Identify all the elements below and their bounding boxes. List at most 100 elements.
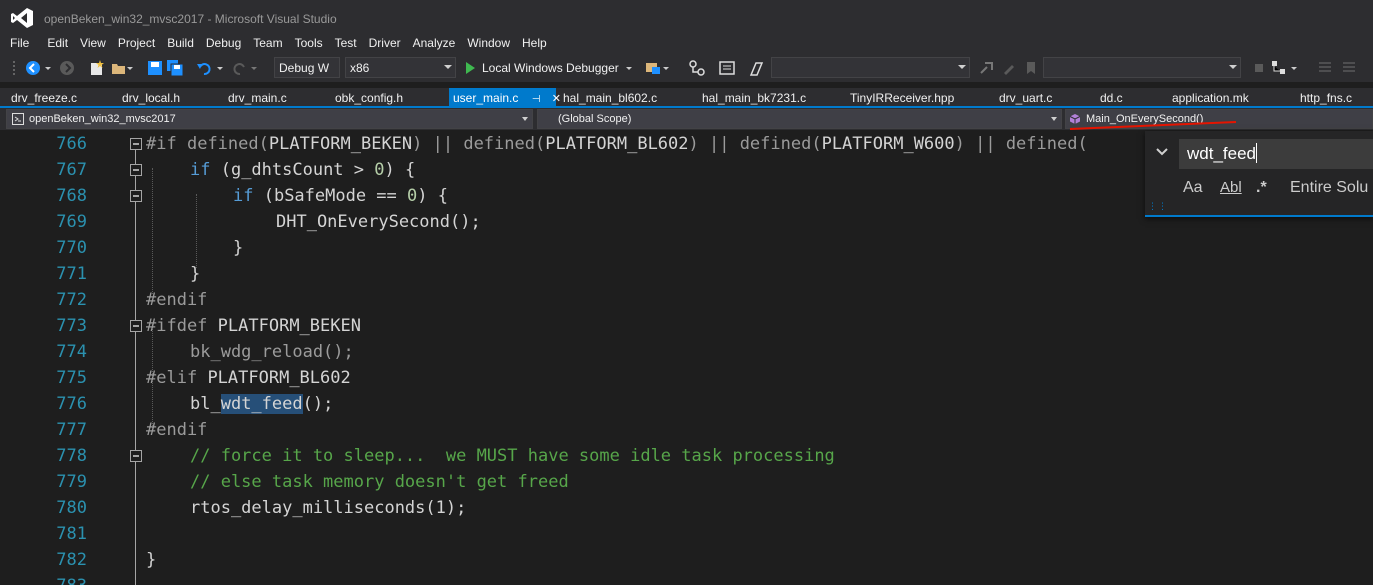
find-in-files-icon[interactable] (748, 59, 766, 77)
tab-label: drv_freeze.c (11, 91, 78, 105)
text-caret (1256, 143, 1257, 163)
code-line: 777 #endif (0, 417, 1373, 443)
hot-reload-icon[interactable] (688, 59, 706, 77)
undo-dropdown-icon[interactable] (216, 59, 224, 77)
close-icon[interactable]: ✕ (552, 92, 561, 105)
regex-icon[interactable]: .* (1256, 179, 1267, 197)
solution-platform-combo[interactable]: x86 (345, 57, 456, 78)
code-line: 782 } (0, 547, 1373, 573)
collapse-icon[interactable] (130, 450, 142, 462)
tab-label: hal_main_bl602.c (563, 91, 658, 105)
tab-label: obk_config.h (335, 91, 404, 105)
save-all-icon[interactable] (166, 59, 184, 77)
collapse-icon[interactable] (130, 320, 142, 332)
edit-pencil-icon[interactable] (1000, 59, 1018, 77)
find-combo[interactable] (771, 57, 970, 78)
menu-view[interactable]: View (74, 32, 112, 54)
start-debugging-button[interactable]: Local Windows Debugger (462, 58, 633, 78)
menu-tools[interactable]: Tools (289, 32, 329, 54)
code-line: 772 #endif (0, 287, 1373, 313)
line-number: 779 (56, 472, 87, 492)
redo-dropdown-icon[interactable] (250, 59, 258, 77)
tab-user-main[interactable]: user_main.c ⊣ ✕ (449, 88, 561, 108)
solution-configuration-combo[interactable]: Debug W (274, 57, 340, 78)
play-icon (466, 62, 475, 74)
line-number: 772 (56, 290, 87, 310)
thread-combo[interactable] (1043, 57, 1241, 78)
document-tab-strip: drv_freeze.c drv_local.h drv_main.c obk_… (0, 88, 1373, 108)
uncomment-icon[interactable] (1340, 59, 1358, 77)
line-number: 774 (56, 342, 87, 362)
visual-studio-logo-icon (11, 8, 33, 28)
code-line: 775 #elif PLATFORM_BL602 (0, 365, 1373, 391)
toggle-replace-chevron-icon[interactable] (1155, 145, 1169, 159)
new-project-icon[interactable] (88, 59, 106, 77)
tab-hal-main-bk7231[interactable]: hal_main_bk7231.c (702, 88, 806, 108)
solution-explorer-icon[interactable] (1270, 59, 1288, 77)
undo-icon[interactable] (196, 59, 214, 77)
redo-icon[interactable] (230, 59, 248, 77)
menu-driver[interactable]: Driver (363, 32, 407, 54)
line-number: 780 (56, 498, 87, 518)
match-case-icon[interactable]: Aa (1183, 179, 1203, 197)
open-dropdown-icon[interactable] (126, 59, 134, 77)
code-line: 778 // force it to sleep... we MUST have… (0, 443, 1373, 469)
start-debugging-label: Local Windows Debugger (482, 61, 619, 75)
navigate-back-icon[interactable] (24, 59, 42, 77)
line-number: 782 (56, 550, 87, 570)
menu-team[interactable]: Team (247, 32, 288, 54)
tab-drv-uart[interactable]: drv_uart.c (999, 88, 1052, 108)
breakpoint-tool-icon[interactable] (978, 59, 996, 77)
tab-tinyirreceiver[interactable]: TinyIRReceiver.hpp (850, 88, 954, 108)
save-icon[interactable] (146, 59, 164, 77)
bookmark-icon[interactable] (1022, 59, 1040, 77)
scope-combo[interactable]: (Global Scope) (537, 109, 1062, 129)
tab-drv-main[interactable]: drv_main.c (228, 88, 287, 108)
collapse-icon[interactable] (130, 138, 142, 150)
menu-build[interactable]: Build (161, 32, 200, 54)
menu-help[interactable]: Help (516, 32, 553, 54)
red-annotation-underline (1069, 121, 1237, 130)
tab-dd[interactable]: dd.c (1100, 88, 1123, 108)
project-combo[interactable]: openBeken_win32_mvsc2017 (6, 109, 533, 129)
menu-edit[interactable]: Edit (41, 32, 74, 54)
code-comment: // force it to sleep... we MUST have som… (190, 446, 835, 466)
chevron-down-icon (1051, 117, 1057, 121)
tab-http-fns[interactable]: http_fns.c (1300, 88, 1352, 108)
back-dropdown-icon[interactable] (44, 59, 52, 77)
menu-window[interactable]: Window (461, 32, 516, 54)
tab-label: drv_local.h (122, 91, 181, 105)
find-input[interactable]: wdt_feed (1179, 139, 1373, 169)
resize-grip-icon[interactable]: ⋮⋮ (1148, 201, 1168, 212)
code-text: } (146, 550, 157, 570)
comment-out-icon[interactable] (1316, 59, 1334, 77)
collapse-icon[interactable] (130, 190, 142, 202)
menu-debug[interactable]: Debug (200, 32, 247, 54)
line-number: 778 (56, 446, 87, 466)
code-text: #ifdef PLATFORM_BEKEN (146, 316, 361, 336)
chevron-down-icon (1229, 65, 1237, 69)
menu-analyze[interactable]: Analyze (407, 32, 462, 54)
tab-hal-main-bl602[interactable]: hal_main_bl602.c (563, 88, 657, 108)
window-title: openBeken_win32_mvsc2017 - Microsoft Vis… (44, 12, 337, 26)
diagnostic-tools-icon[interactable] (718, 59, 736, 77)
tab-obk-config[interactable]: obk_config.h (335, 88, 403, 108)
stop-icon[interactable] (1250, 59, 1268, 77)
tab-drv-local[interactable]: drv_local.h (122, 88, 180, 108)
browser-link-icon[interactable] (644, 59, 662, 77)
browser-link-dropdown-icon[interactable] (662, 59, 670, 77)
menu-test[interactable]: Test (329, 32, 363, 54)
match-whole-word-icon[interactable]: Abl (1220, 179, 1242, 196)
menu-project[interactable]: Project (112, 32, 161, 54)
navigate-forward-icon[interactable] (58, 59, 76, 77)
menu-file[interactable]: File (4, 32, 35, 54)
solution-explorer-dropdown-icon[interactable] (1290, 59, 1298, 77)
line-number: 781 (56, 524, 87, 544)
collapse-icon[interactable] (130, 164, 142, 176)
tab-drv-freeze[interactable]: drv_freeze.c (11, 88, 77, 108)
search-scope-combo[interactable]: Entire Solu (1290, 179, 1368, 197)
tab-application-mk[interactable]: application.mk (1172, 88, 1249, 108)
code-text: } (190, 264, 201, 284)
line-number: 768 (56, 186, 87, 206)
pin-icon[interactable]: ⊣ (532, 94, 541, 105)
